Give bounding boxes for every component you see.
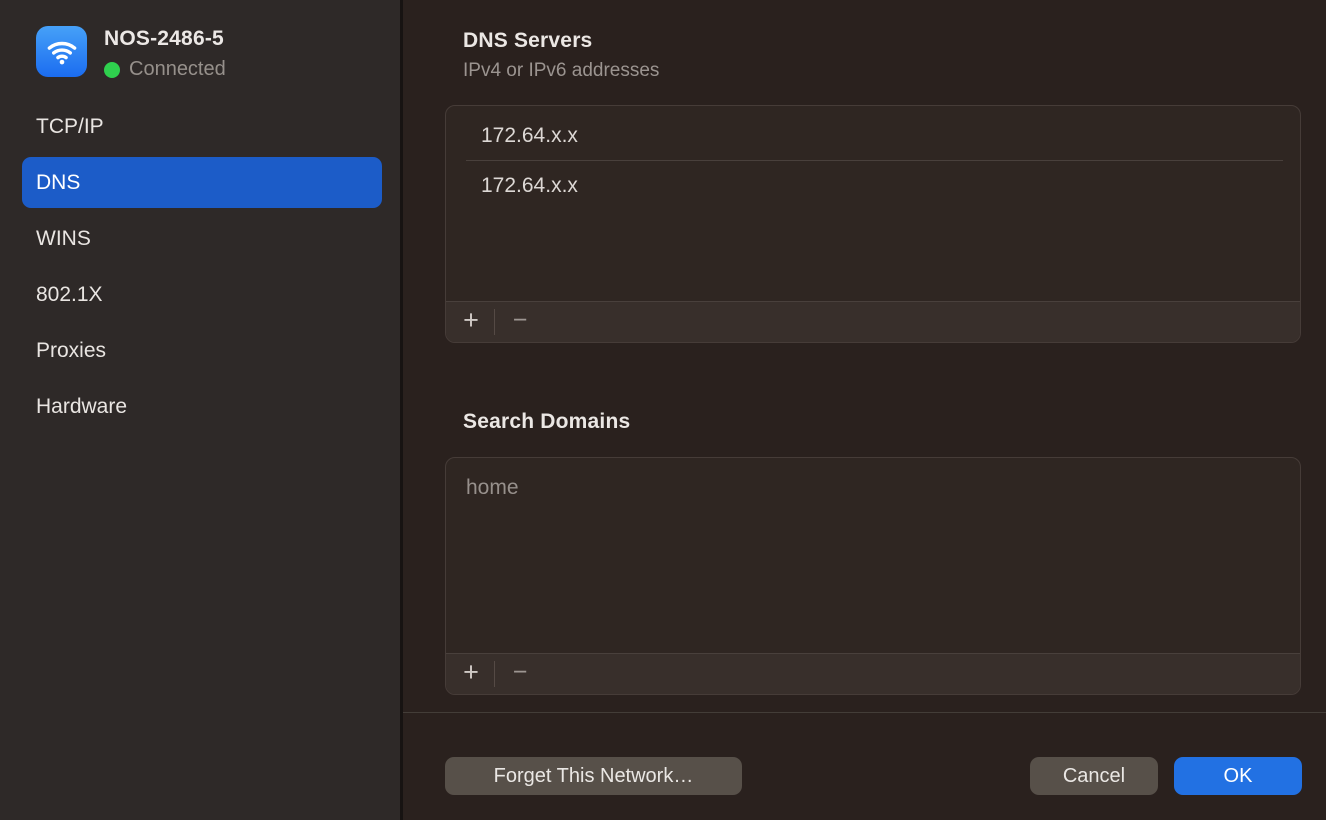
connected-status-dot xyxy=(104,62,120,78)
search-domain-row[interactable]: home xyxy=(446,463,1300,512)
search-domains-rows: home xyxy=(446,458,1300,653)
dns-server-row[interactable]: 172.64.x.x xyxy=(446,161,1300,210)
dns-settings-panel: DNS Servers IPv4 or IPv6 addresses 172.6… xyxy=(403,0,1326,820)
network-name: NOS-2486-5 xyxy=(104,27,226,51)
cancel-button[interactable]: Cancel xyxy=(1030,757,1158,795)
sidebar-item-label: DNS xyxy=(36,171,80,195)
search-domains-list-toolbar: + − xyxy=(446,653,1300,694)
remove-search-domain-button[interactable]: − xyxy=(495,654,545,694)
sidebar-item-8021x[interactable]: 802.1X xyxy=(22,269,382,320)
search-domains-list: home + − xyxy=(445,457,1301,695)
sidebar-item-label: Proxies xyxy=(36,339,106,363)
sidebar-item-proxies[interactable]: Proxies xyxy=(22,325,382,376)
dns-servers-subtitle: IPv4 or IPv6 addresses xyxy=(463,60,659,82)
sidebar: NOS-2486-5 Connected TCP/IP DNS WINS 802… xyxy=(0,0,403,820)
sidebar-item-label: Hardware xyxy=(36,395,127,419)
dns-server-value: 172.64.x.x xyxy=(481,174,578,198)
sidebar-item-label: 802.1X xyxy=(36,283,103,307)
connected-status-label: Connected xyxy=(129,58,226,81)
sidebar-item-label: WINS xyxy=(36,227,91,251)
sidebar-item-hardware[interactable]: Hardware xyxy=(22,381,382,432)
dns-servers-title: DNS Servers xyxy=(463,29,592,53)
network-meta: NOS-2486-5 Connected xyxy=(104,26,226,81)
sidebar-item-wins[interactable]: WINS xyxy=(22,213,382,264)
forget-network-button[interactable]: Forget This Network… xyxy=(445,757,742,795)
sidebar-item-label: TCP/IP xyxy=(36,115,104,139)
dns-servers-list-toolbar: + − xyxy=(446,301,1300,342)
sidebar-menu: TCP/IP DNS WINS 802.1X Proxies Hardware xyxy=(22,101,382,437)
wifi-icon xyxy=(36,26,87,77)
network-status: Connected xyxy=(104,58,226,81)
dns-servers-rows: 172.64.x.x 172.64.x.x xyxy=(446,106,1300,301)
sidebar-item-dns[interactable]: DNS xyxy=(22,157,382,208)
add-dns-server-button[interactable]: + xyxy=(448,302,494,342)
add-search-domain-button[interactable]: + xyxy=(448,654,494,694)
dns-server-row[interactable]: 172.64.x.x xyxy=(446,111,1300,160)
search-domains-title: Search Domains xyxy=(463,410,630,434)
remove-dns-server-button[interactable]: − xyxy=(495,302,545,342)
dns-server-value: 172.64.x.x xyxy=(481,124,578,148)
sidebar-item-tcpip[interactable]: TCP/IP xyxy=(22,101,382,152)
dns-servers-list: 172.64.x.x 172.64.x.x + − xyxy=(445,105,1301,343)
network-details-window: NOS-2486-5 Connected TCP/IP DNS WINS 802… xyxy=(0,0,1326,820)
network-header: NOS-2486-5 Connected xyxy=(36,26,226,81)
search-domain-value: home xyxy=(466,476,519,500)
ok-button[interactable]: OK xyxy=(1174,757,1302,795)
footer-divider xyxy=(403,712,1326,713)
